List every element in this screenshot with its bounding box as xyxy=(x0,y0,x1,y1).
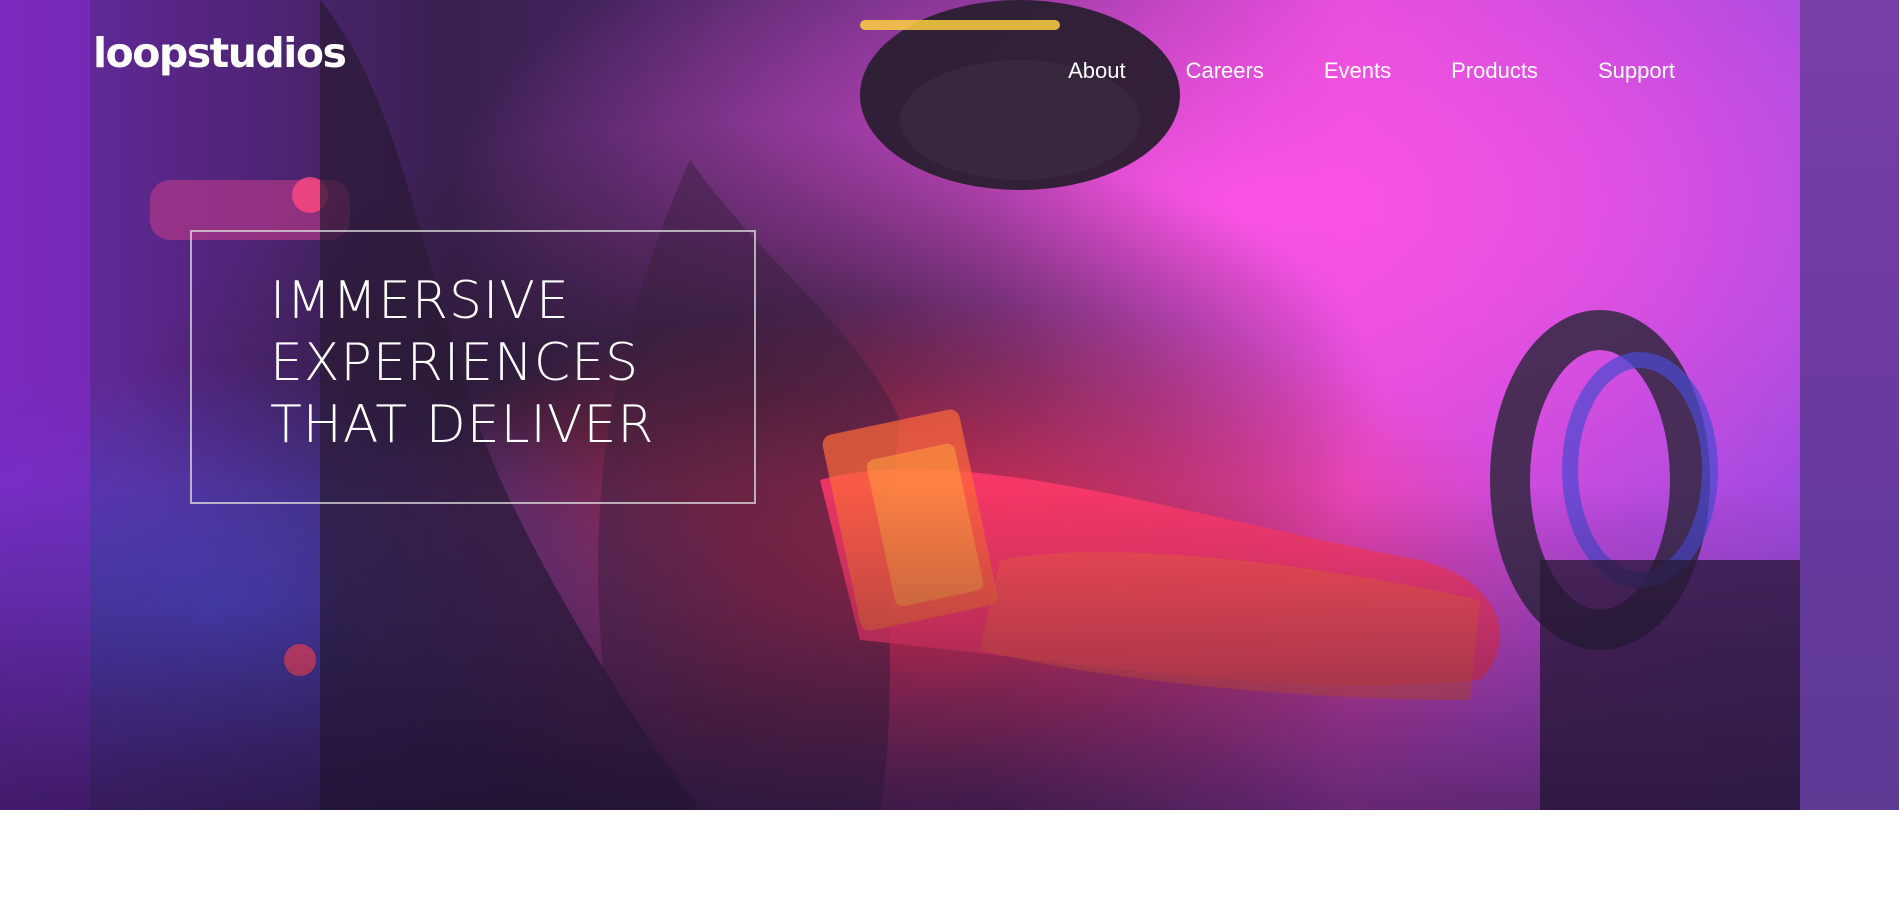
nav-item-about[interactable]: About xyxy=(1068,58,1126,84)
headline-line-3: THAT DELIVER xyxy=(270,395,655,455)
main-nav: About Careers Events Products Support xyxy=(1008,58,1675,84)
nav-item-careers[interactable]: Careers xyxy=(1186,58,1264,84)
headline-box: IMMERSIVE EXPERIENCES THAT DELIVER xyxy=(190,230,756,504)
headline-line-2: EXPERIENCES xyxy=(270,333,640,393)
logo[interactable]: loopstudios xyxy=(93,33,347,74)
nav-item-support[interactable]: Support xyxy=(1598,58,1675,84)
headline-line-1: IMMERSIVE xyxy=(270,271,570,331)
hero-headline: IMMERSIVE EXPERIENCES THAT DELIVER xyxy=(270,270,740,456)
hero-section: loopstudios About Careers Events Product… xyxy=(0,0,1800,810)
nav-item-events[interactable]: Events xyxy=(1324,58,1391,84)
side-strip xyxy=(1800,0,1899,810)
nav-item-products[interactable]: Products xyxy=(1451,58,1538,84)
